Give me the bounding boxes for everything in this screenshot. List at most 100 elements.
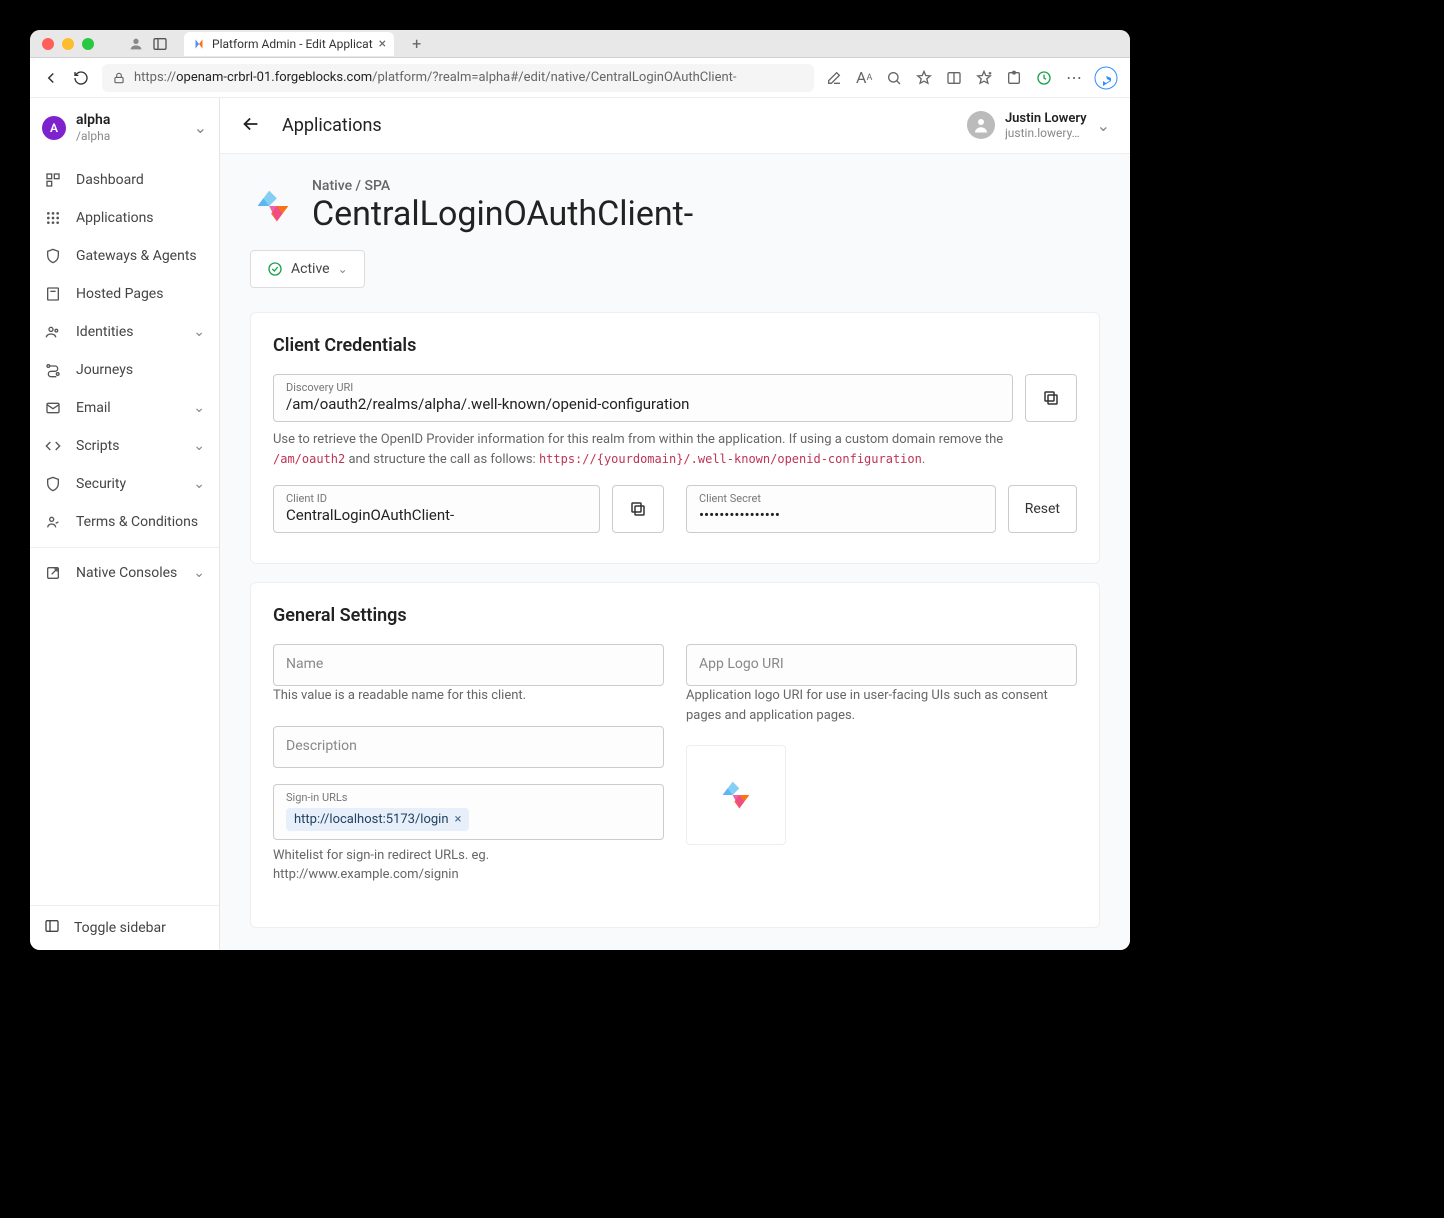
chevron-down-icon: ⌄ — [193, 565, 205, 581]
zoom-icon[interactable] — [886, 70, 902, 86]
sidebar-item-hosted-pages[interactable]: Hosted Pages — [30, 275, 219, 313]
client-id-field[interactable]: Client ID CentralLoginOAuthClient- — [273, 485, 600, 533]
nav-label: Identities — [76, 324, 133, 340]
field-label: Discovery URI — [286, 381, 1000, 394]
chevron-down-icon: ⌄ — [1097, 116, 1110, 135]
description-input[interactable]: Description — [273, 726, 664, 768]
toggle-sidebar-button[interactable]: Toggle sidebar — [30, 905, 219, 950]
avatar — [967, 111, 995, 139]
close-tab-icon[interactable]: × — [379, 36, 386, 52]
collections-icon[interactable] — [976, 70, 992, 86]
discovery-uri-field[interactable]: Discovery URI /am/oauth2/realms/alpha/.w… — [273, 374, 1013, 422]
text-size-icon[interactable]: AA — [856, 70, 872, 86]
app-logo-icon — [250, 183, 296, 229]
field-value: •••••••••••••••• — [699, 506, 780, 524]
favorite-icon[interactable] — [916, 70, 932, 86]
performance-icon[interactable] — [1036, 70, 1052, 86]
field-value: /am/oauth2/realms/alpha/.well-known/open… — [286, 395, 689, 413]
nav-label: Email — [76, 400, 111, 416]
profile-icon[interactable] — [128, 36, 144, 52]
app-header: Native / SPA CentralLoginOAuthClient- — [250, 178, 1100, 234]
browser-refresh-button[interactable] — [72, 69, 90, 87]
sidebar-item-terms[interactable]: Terms & Conditions — [30, 503, 219, 541]
nav-label: Scripts — [76, 438, 119, 454]
field-label: Client ID — [286, 492, 587, 505]
signin-urls-input[interactable]: Sign-in URLs http://localhost:5173/login… — [273, 784, 664, 840]
url-text: https://openam-crbrl-01.forgeblocks.com/… — [134, 70, 736, 85]
logo-preview-icon — [716, 775, 756, 815]
tab-favicon-icon — [192, 37, 206, 51]
copy-client-id-button[interactable] — [612, 485, 664, 533]
logo-help: Application logo URI for use in user-fac… — [686, 686, 1077, 725]
sidebar-item-applications[interactable]: Applications — [30, 199, 219, 237]
url-toolbar: https://openam-crbrl-01.forgeblocks.com/… — [30, 58, 1130, 98]
bing-icon[interactable] — [1094, 66, 1118, 90]
nav-label: Hosted Pages — [76, 286, 163, 302]
zoom-window-button[interactable] — [82, 38, 94, 50]
minimize-window-button[interactable] — [62, 38, 74, 50]
browser-tab[interactable]: Platform Admin - Edit Applicat × — [184, 32, 394, 56]
page-icon — [44, 285, 62, 303]
more-icon[interactable]: ⋯ — [1066, 70, 1082, 86]
sidebar-item-security[interactable]: Security⌄ — [30, 465, 219, 503]
general-settings-heading: General Settings — [273, 605, 1077, 626]
address-bar[interactable]: https://openam-crbrl-01.forgeblocks.com/… — [102, 64, 814, 92]
general-settings-card: General Settings Name This value is a re… — [250, 582, 1100, 928]
field-label: Client Secret — [699, 492, 983, 505]
nav-label: Native Consoles — [76, 565, 177, 581]
logo-preview — [686, 745, 786, 845]
realm-name: alpha — [76, 112, 110, 129]
chevron-down-icon: ⌄ — [193, 476, 205, 492]
app-type: Native / SPA — [312, 178, 693, 194]
reset-secret-button[interactable]: Reset — [1008, 485, 1077, 533]
client-secret-field[interactable]: Client Secret •••••••••••••••• — [686, 485, 996, 533]
realm-selector[interactable]: A alpha /alpha ⌄ — [30, 98, 219, 157]
chevron-down-icon: ⌄ — [193, 438, 205, 454]
edit-url-icon[interactable] — [826, 70, 842, 86]
sidebar-item-scripts[interactable]: Scripts ⌄ — [30, 427, 219, 465]
status-dropdown[interactable]: Active ⌄ — [250, 250, 365, 288]
nav-label: Journeys — [76, 362, 133, 378]
new-tab-button[interactable]: + — [412, 34, 421, 53]
nav-label: Applications — [76, 210, 154, 226]
extensions-icon[interactable] — [1006, 70, 1022, 86]
page-title: Applications — [282, 115, 382, 136]
remove-chip-icon[interactable]: × — [455, 812, 462, 827]
user-menu[interactable]: Justin Lowery justin.lowery… ⌄ — [967, 111, 1110, 141]
field-placeholder: App Logo URI — [699, 656, 784, 672]
user-email: justin.lowery… — [1005, 126, 1087, 140]
discovery-help-text: Use to retrieve the OpenID Provider info… — [273, 430, 1077, 469]
browser-back-button[interactable] — [42, 69, 60, 87]
shield-icon — [44, 247, 62, 265]
nav-label: Dashboard — [76, 172, 144, 188]
dashboard-icon — [44, 171, 62, 189]
sidebar-toggle-icon[interactable] — [152, 36, 168, 52]
toolbar-icons: AA ⋯ — [826, 70, 1082, 86]
realm-badge: A — [42, 116, 66, 140]
sidebar-item-dashboard[interactable]: Dashboard — [30, 161, 219, 199]
app-name: CentralLoginOAuthClient- — [312, 194, 693, 234]
sidebar-item-email[interactable]: Email⌄ — [30, 389, 219, 427]
people-icon — [44, 323, 62, 341]
code-icon — [44, 437, 62, 455]
app-logo-uri-input[interactable]: App Logo URI — [686, 644, 1077, 686]
field-placeholder: Name — [286, 656, 323, 672]
back-button[interactable] — [240, 113, 262, 139]
name-input[interactable]: Name — [273, 644, 664, 686]
collapse-icon — [44, 918, 60, 938]
sidebar-item-journeys[interactable]: Journeys — [30, 351, 219, 389]
client-credentials-card: Client Credentials Discovery URI /am/oau… — [250, 312, 1100, 564]
signin-help: Whitelist for sign-in redirect URLs. eg.… — [273, 846, 664, 885]
check-circle-icon — [267, 261, 283, 277]
realm-path: /alpha — [76, 129, 110, 143]
sidebar-item-identities[interactable]: Identities⌄ — [30, 313, 219, 351]
sidebar-item-gateways[interactable]: Gateways & Agents — [30, 237, 219, 275]
split-icon[interactable] — [946, 70, 962, 86]
copy-icon — [629, 500, 647, 518]
copy-discovery-button[interactable] — [1025, 374, 1077, 422]
copy-icon — [1042, 389, 1060, 407]
sidebar-item-native-consoles[interactable]: Native Consoles ⌄ — [30, 554, 219, 592]
close-window-button[interactable] — [42, 38, 54, 50]
nav-label: Gateways & Agents — [76, 248, 197, 264]
mail-icon — [44, 399, 62, 417]
